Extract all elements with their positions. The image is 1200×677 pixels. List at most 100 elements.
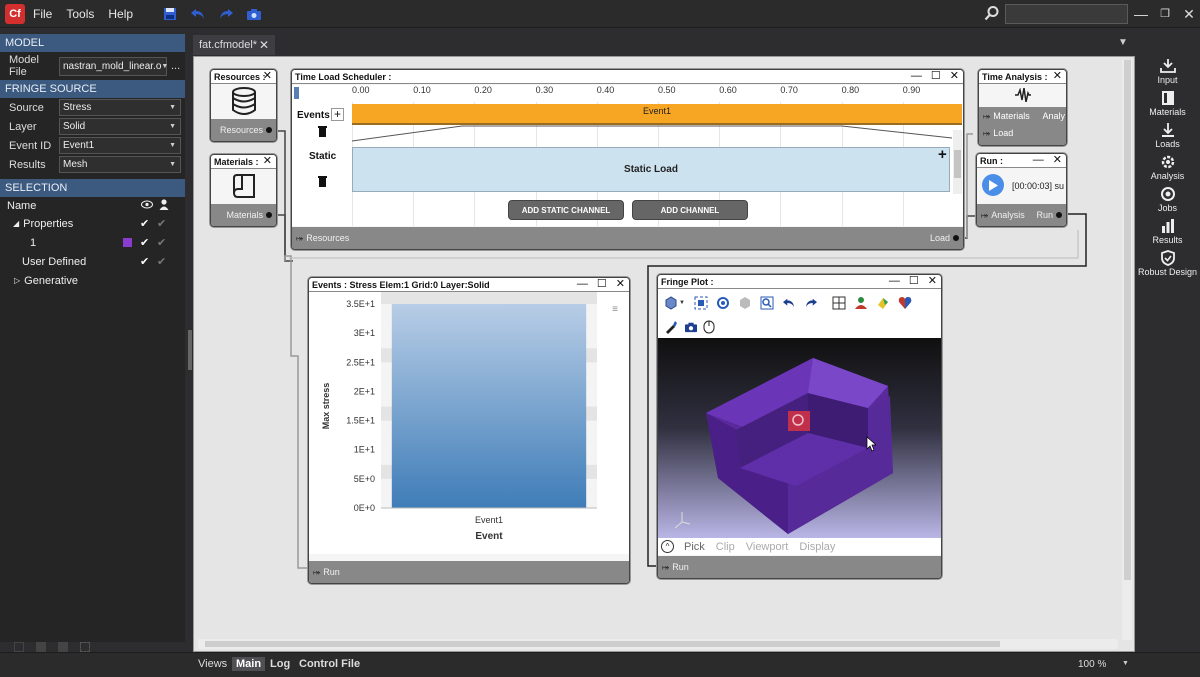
maximize-icon[interactable]: ☐ xyxy=(931,70,941,83)
undo-view-icon[interactable] xyxy=(780,294,798,312)
menu-tools[interactable]: Tools xyxy=(66,7,94,21)
static-load-bar[interactable]: Static Load xyxy=(352,147,950,192)
add-static-channel-button[interactable]: ADD STATIC CHANNEL xyxy=(508,200,624,220)
tab-views[interactable]: Views xyxy=(198,658,227,670)
timeline-slider-handle[interactable] xyxy=(294,87,299,99)
tree-item-properties[interactable]: ◢ Properties ✔ ✔ xyxy=(0,214,185,233)
close-icon[interactable]: ✕ xyxy=(616,278,625,291)
scheduler-vscroll-thumb[interactable] xyxy=(954,150,961,178)
delete-static-icon[interactable] xyxy=(318,176,327,190)
expand-right-icon[interactable]: ▷ xyxy=(14,276,20,285)
undo-icon[interactable] xyxy=(187,4,209,24)
chevron-down-icon[interactable]: ▼ xyxy=(678,294,686,312)
event1-bar[interactable]: Event1 xyxy=(352,104,962,125)
zoom-box-icon[interactable] xyxy=(758,294,776,312)
output-port[interactable] xyxy=(1056,212,1062,218)
tree-item-user-defined[interactable]: User Defined ✔ ✔ xyxy=(0,252,185,271)
check-icon[interactable]: ✔ xyxy=(157,217,166,230)
grid-view-icon[interactable] xyxy=(830,294,848,312)
menu-file[interactable]: File xyxy=(33,7,52,21)
color-palette-icon[interactable] xyxy=(874,294,892,312)
3d-viewport[interactable] xyxy=(658,338,941,538)
zoom-dropdown-icon[interactable]: ▼ xyxy=(1122,660,1129,667)
mode-display[interactable]: Display xyxy=(799,541,835,553)
input-port-icon[interactable]: ⤅ xyxy=(981,210,988,220)
export-icon[interactable] xyxy=(58,642,68,652)
fringe-plot-node[interactable]: Fringe Plot : — ☐ ✕ ▼ ^ Pick Clip Viewpo… xyxy=(657,274,942,579)
menu-help[interactable]: Help xyxy=(108,7,133,21)
time-load-scheduler-node[interactable]: Time Load Scheduler : — ☐ ✕ 0.00 0.10 0.20 0.… xyxy=(291,69,964,250)
input-port-icon[interactable]: ⤅ xyxy=(983,128,990,138)
probe-pen-icon[interactable] xyxy=(662,318,680,336)
save-icon[interactable] xyxy=(159,4,181,24)
mode-clip[interactable]: Clip xyxy=(716,541,735,553)
run-node[interactable]: Run : — ✕ [00:00:03] su ⤅ Analysis Run xyxy=(976,153,1067,227)
screenshot-camera-icon[interactable] xyxy=(682,318,700,336)
rail-materials[interactable]: Materials xyxy=(1135,90,1200,117)
input-port-icon[interactable]: ⤅ xyxy=(662,562,669,573)
tab-control-file[interactable]: Control File xyxy=(299,658,360,670)
rail-analysis[interactable]: Analysis xyxy=(1135,154,1200,181)
source-select[interactable]: Stress ▼ xyxy=(59,99,181,116)
redo-icon[interactable] xyxy=(215,4,237,24)
tab-main[interactable]: Main xyxy=(232,657,266,671)
canvas-vscroll-thumb[interactable] xyxy=(1124,60,1131,580)
minimize-icon[interactable]: — xyxy=(911,70,922,83)
check-icon[interactable]: ✔ xyxy=(140,217,149,230)
rail-input[interactable]: Input xyxy=(1135,58,1200,85)
mode-viewport[interactable]: Viewport xyxy=(746,541,789,553)
rail-results[interactable]: Results xyxy=(1135,218,1200,245)
check-icon[interactable]: ✔ xyxy=(140,255,149,268)
close-icon[interactable]: ✕ xyxy=(928,275,937,288)
collapse-up-icon[interactable]: ^ xyxy=(661,540,674,553)
canvas-hscroll-thumb[interactable] xyxy=(205,641,1000,647)
check-icon[interactable]: ✔ xyxy=(140,236,149,249)
redo-view-icon[interactable] xyxy=(802,294,820,312)
add-static-icon[interactable]: + xyxy=(938,146,947,163)
input-port-icon[interactable]: ⤅ xyxy=(313,567,320,578)
delete-event-icon[interactable] xyxy=(318,126,327,140)
close-icon[interactable]: ✕ xyxy=(1053,70,1062,83)
expand-down-icon[interactable]: ◢ xyxy=(13,219,19,228)
close-icon[interactable]: ✕ xyxy=(263,70,272,83)
search-input[interactable] xyxy=(1005,4,1128,24)
fit-view-icon[interactable] xyxy=(692,294,710,312)
user-icon[interactable] xyxy=(159,198,169,213)
output-port[interactable] xyxy=(953,235,959,241)
minimize-icon[interactable]: — xyxy=(889,275,900,288)
shaded-icon[interactable] xyxy=(736,294,754,312)
camera-icon[interactable] xyxy=(243,4,265,24)
rail-loads[interactable]: Loads xyxy=(1135,122,1200,149)
close-icon[interactable]: ✕ xyxy=(950,70,959,83)
mouse-icon[interactable] xyxy=(700,318,718,336)
events-node[interactable]: Events : Stress Elem:1 Grid:0 Layer:Soli… xyxy=(308,277,630,584)
rail-robust-design[interactable]: Robust Design xyxy=(1135,250,1200,277)
resources-node[interactable]: Resources : ✕ Resources xyxy=(210,69,277,142)
add-event-icon[interactable]: + xyxy=(331,108,344,121)
color-swatch[interactable] xyxy=(123,238,132,247)
visibility-icon[interactable] xyxy=(141,200,153,212)
input-port-icon[interactable]: ⤅ xyxy=(296,233,303,243)
maximize-icon[interactable]: ☐ xyxy=(909,275,919,288)
output-port[interactable] xyxy=(266,127,272,133)
play-button[interactable] xyxy=(982,174,1004,196)
maximize-icon[interactable]: ☐ xyxy=(597,278,607,291)
tab-fat-cfmodel[interactable]: fat.cfmodel* ✕ xyxy=(193,35,275,55)
restore-icon[interactable]: ❐ xyxy=(1156,5,1174,23)
rotate-icon[interactable] xyxy=(714,294,732,312)
tab-overflow-icon[interactable]: ▼ xyxy=(1118,37,1128,48)
tab-log[interactable]: Log xyxy=(270,658,290,670)
tree-item-generative[interactable]: ▷ Generative xyxy=(0,271,185,290)
delete-icon[interactable] xyxy=(14,642,24,652)
check-icon[interactable]: ✔ xyxy=(157,255,166,268)
check-icon[interactable]: ✔ xyxy=(157,236,166,249)
input-port-icon[interactable]: ⤅ xyxy=(983,111,990,121)
mode-pick[interactable]: Pick xyxy=(684,541,705,553)
box-icon[interactable] xyxy=(36,642,46,652)
materials-node[interactable]: Materials : ✕ Materials xyxy=(210,154,277,227)
rail-jobs[interactable]: Jobs xyxy=(1135,186,1200,213)
output-port[interactable] xyxy=(266,212,272,218)
event-id-select[interactable]: Event1 ▼ xyxy=(59,137,181,154)
tree-item-1[interactable]: 1 ✔ ✔ xyxy=(0,233,185,252)
close-icon[interactable]: ✕ xyxy=(1180,5,1198,23)
